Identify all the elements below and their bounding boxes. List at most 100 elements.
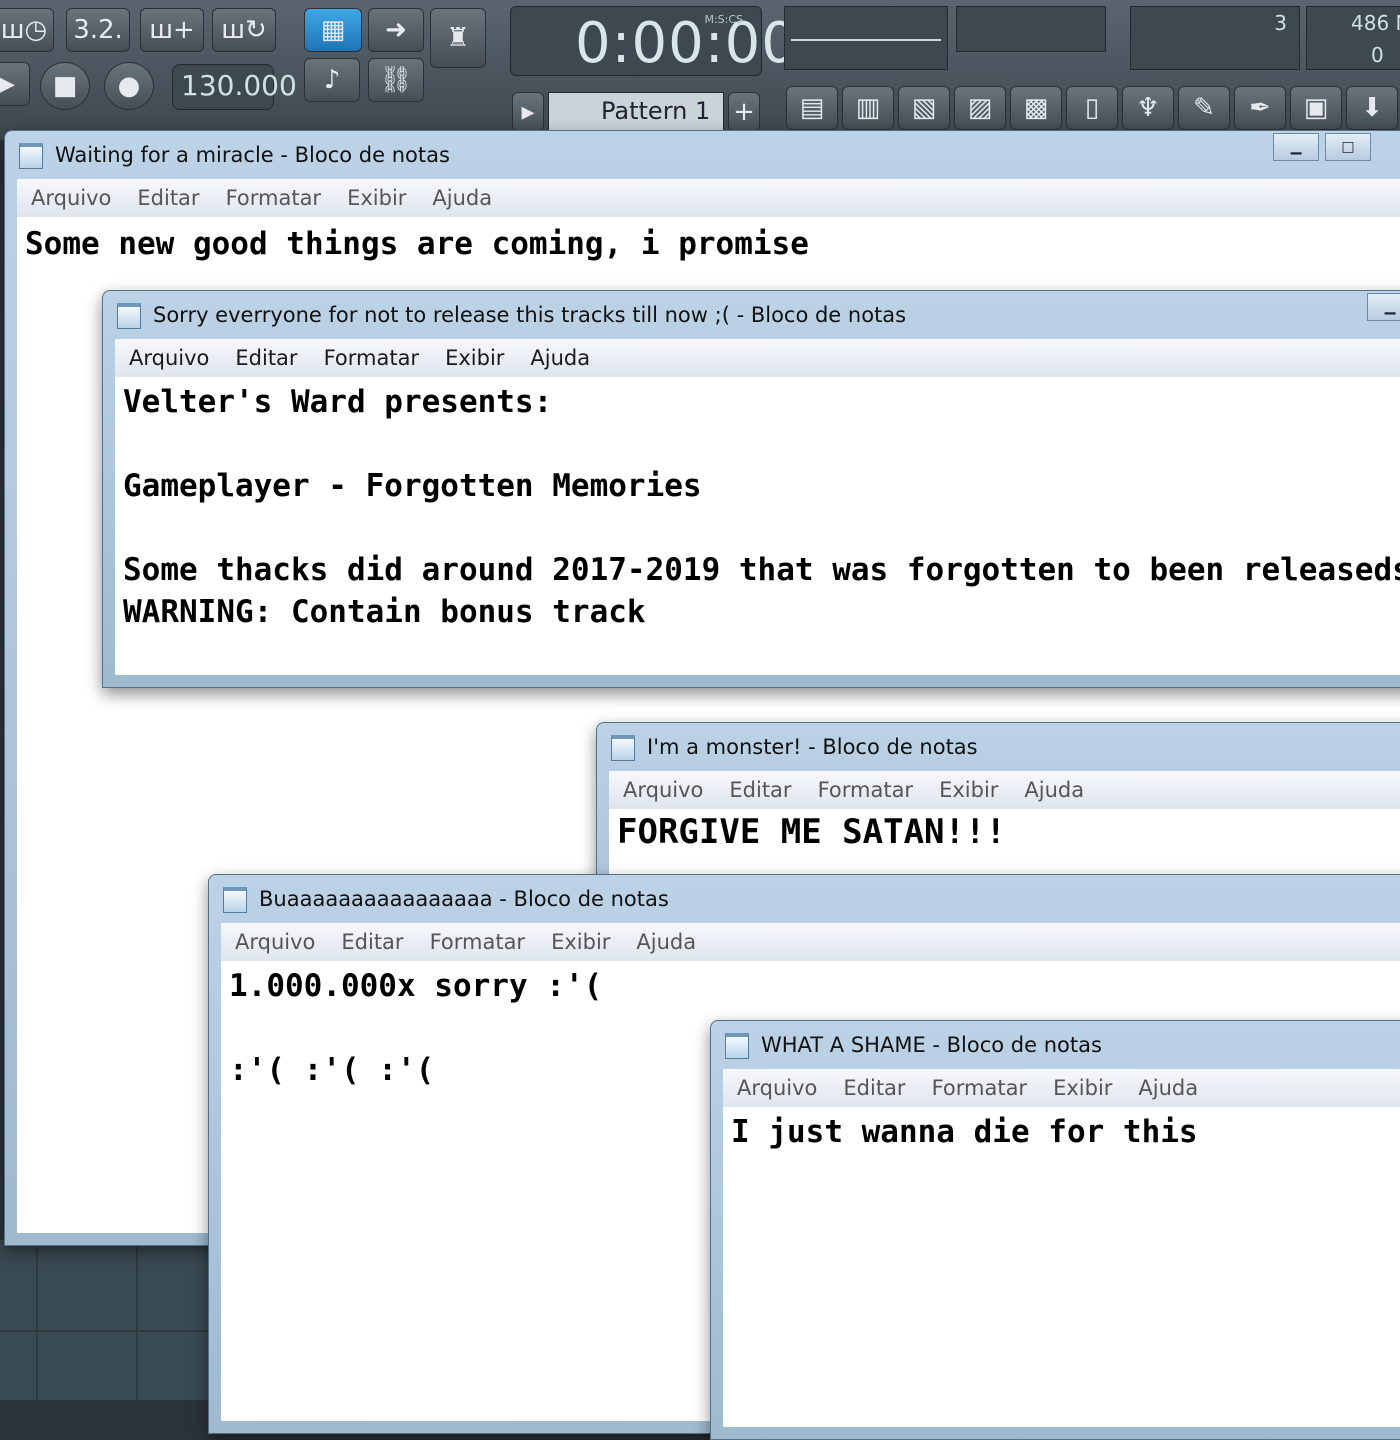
menu-ajuda[interactable]: Ajuda — [1024, 778, 1084, 802]
window-titlebar[interactable]: WHAT A SHAME - Bloco de notas — [711, 1021, 1400, 1069]
menu-arquivo[interactable]: Arquivo — [235, 930, 315, 954]
maximize-button[interactable]: □ — [1325, 133, 1371, 161]
rack-icon: ▥ — [855, 93, 881, 123]
record-button[interactable]: ● — [104, 62, 154, 110]
plus-icon: + — [733, 97, 755, 127]
notepad-window-sorry[interactable]: Sorry everryone for not to release this … — [102, 290, 1400, 688]
mixer-button[interactable]: ▩ — [1010, 86, 1062, 130]
step-icon: ▧ — [911, 93, 937, 123]
window-titlebar[interactable]: I'm a monster! - Bloco de notas — [597, 723, 1400, 771]
menu-exibir[interactable]: Exibir — [551, 930, 610, 954]
hint-panel — [956, 6, 1106, 52]
menu-editar[interactable]: Editar — [843, 1076, 905, 1100]
menu-exibir[interactable]: Exibir — [445, 346, 504, 370]
menu-bar: Arquivo Editar Formatar Exibir Ajuda — [17, 179, 1400, 218]
window-title: Waiting for a miracle - Bloco de notas — [55, 143, 450, 167]
browser-button[interactable]: ▨ — [954, 86, 1006, 130]
time-format-label: M:S:CS — [704, 13, 743, 26]
menu-exibir[interactable]: Exibir — [347, 186, 406, 210]
menu-editar[interactable]: Editar — [137, 186, 199, 210]
menu-exibir[interactable]: Exibir — [1053, 1076, 1112, 1100]
text-area[interactable]: Velter's Ward presents: Gameplayer - For… — [115, 377, 1400, 675]
channel-rack-button[interactable]: ▥ — [842, 86, 894, 130]
menu-formatar[interactable]: Formatar — [932, 1076, 1028, 1100]
menu-arquivo[interactable]: Arquivo — [31, 186, 111, 210]
grid-line — [136, 1240, 138, 1400]
stop-button[interactable]: ■ — [40, 62, 90, 110]
pattern-add-button[interactable]: + — [728, 92, 760, 132]
window-title: WHAT A SHAME - Bloco de notas — [761, 1033, 1102, 1057]
menu-bar: Arquivo Editar Formatar Exibir Ajuda — [221, 923, 1400, 962]
daw-playlist-area — [0, 1240, 220, 1400]
pencil-button[interactable]: ♪ — [304, 58, 360, 102]
wrench-button[interactable]: ✎ — [1178, 86, 1230, 130]
minimize-icon: ▁ — [1384, 299, 1396, 315]
menu-ajuda[interactable]: Ajuda — [530, 346, 590, 370]
text-area[interactable]: I just wanna die for this — [723, 1107, 1400, 1427]
minimize-icon: ▁ — [1290, 139, 1302, 155]
playlist-button[interactable]: ▤ — [786, 86, 838, 130]
pattern-selector[interactable]: Pattern 1 — [548, 92, 724, 132]
menu-bar: Arquivo Editar Formatar Exibir Ajuda — [115, 339, 1400, 378]
file-icon: ▯ — [1084, 93, 1100, 123]
record-icon: ● — [117, 71, 141, 101]
waveform-line — [791, 39, 941, 41]
link-icon: ⛓ — [379, 65, 413, 95]
pattern-prev-button[interactable]: ▸ — [512, 92, 544, 132]
link-button[interactable]: ⛓ — [368, 58, 424, 102]
window-titlebar[interactable]: Sorry everryone for not to release this … — [103, 291, 1400, 339]
tool-button[interactable]: ✒ — [1234, 86, 1286, 130]
minimize-button[interactable]: ▁ — [1273, 133, 1319, 161]
download-button[interactable]: ⬇ — [1346, 86, 1398, 130]
menu-arquivo[interactable]: Arquivo — [129, 346, 209, 370]
piano-icon: ▦ — [320, 15, 346, 45]
chevron-right-icon: ▸ — [521, 97, 535, 127]
arrow-button[interactable]: ➜ — [368, 8, 424, 52]
menu-ajuda[interactable]: Ajuda — [432, 186, 492, 210]
tool-button-clock[interactable]: ш◷ — [0, 8, 54, 52]
text-line: 1.000.000x sorry :'( — [229, 968, 603, 1004]
text-line: WARNING: Contain bonus track — [123, 594, 646, 630]
menu-exibir[interactable]: Exibir — [939, 778, 998, 802]
menu-ajuda[interactable]: Ajuda — [636, 930, 696, 954]
waveform-monitor — [784, 6, 948, 70]
mixer-knob-button[interactable]: ♜ — [430, 8, 486, 68]
menu-formatar[interactable]: Formatar — [430, 930, 526, 954]
menu-ajuda[interactable]: Ajuda — [1138, 1076, 1198, 1100]
memory-value: 486 M — [1351, 11, 1400, 35]
menu-editar[interactable]: Editar — [235, 346, 297, 370]
memory-monitor: 486 M 0 — [1306, 6, 1400, 70]
window-titlebar[interactable]: Buaaaaaaaaaaaaaaaa - Bloco de notas — [209, 875, 1400, 923]
menu-bar: Arquivo Editar Formatar Exibir Ajuda — [609, 771, 1400, 810]
menu-editar[interactable]: Editar — [341, 930, 403, 954]
plugin-button[interactable]: ♆ — [1122, 86, 1174, 130]
play-button[interactable]: ▶ — [0, 62, 30, 106]
menu-formatar[interactable]: Formatar — [818, 778, 914, 802]
tempo-display[interactable]: 130.000 — [172, 64, 297, 110]
notepad-icon — [223, 887, 247, 913]
arrow-right-icon: ➜ — [385, 15, 407, 45]
menu-editar[interactable]: Editar — [729, 778, 791, 802]
window-button[interactable]: ▣ — [1290, 86, 1342, 130]
tool-button-snap[interactable]: 3.2. — [66, 8, 130, 52]
tool-button-loop[interactable]: ш↻ — [212, 8, 276, 52]
notepad-window-shame[interactable]: WHAT A SHAME - Bloco de notas Arquivo Ed… — [710, 1020, 1400, 1440]
menu-arquivo[interactable]: Arquivo — [623, 778, 703, 802]
menu-arquivo[interactable]: Arquivo — [737, 1076, 817, 1100]
menu-formatar[interactable]: Formatar — [226, 186, 322, 210]
notepad-icon — [19, 143, 43, 169]
maximize-icon: □ — [1341, 139, 1355, 155]
file-button[interactable]: ▯ — [1066, 86, 1118, 130]
window-titlebar[interactable]: Waiting for a miracle - Bloco de notas ▁… — [5, 131, 1400, 179]
piano-roll-button[interactable]: ▦ — [304, 8, 362, 52]
menu-formatar[interactable]: Formatar — [324, 346, 420, 370]
play-icon: ▶ — [0, 69, 15, 99]
knob-icon: ♜ — [446, 23, 470, 53]
tool-button-add[interactable]: ш+ — [140, 8, 204, 52]
grid-line — [0, 1330, 220, 1332]
minimize-button[interactable]: ▁ — [1367, 293, 1400, 321]
text-line — [123, 423, 1400, 465]
step-seq-button[interactable]: ▧ — [898, 86, 950, 130]
plug-icon: ♆ — [1136, 93, 1160, 123]
window-title: Buaaaaaaaaaaaaaaaa - Bloco de notas — [259, 887, 669, 911]
